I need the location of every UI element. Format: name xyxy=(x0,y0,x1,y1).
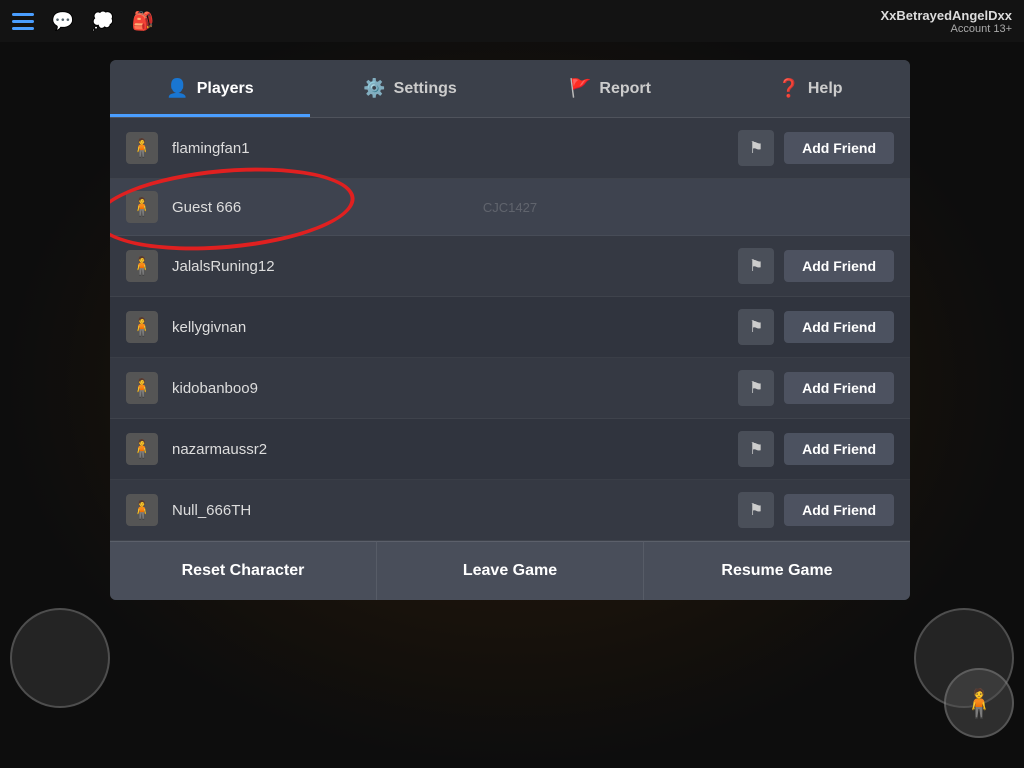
username: XxBetrayedAngelDxx xyxy=(881,8,1013,23)
leave-game-button[interactable]: Leave Game xyxy=(377,541,644,600)
controller-avatar: 🧍 xyxy=(944,668,1014,738)
players-tab-icon: 👤 xyxy=(166,78,188,99)
avatar: 🧍 xyxy=(126,494,158,526)
tab-help[interactable]: ❓ Help xyxy=(710,60,910,117)
top-bar: 💬 💭 🎒 XxBetrayedAngelDxx Account 13+ xyxy=(0,0,1024,42)
flag-button[interactable]: ⚑ xyxy=(738,309,774,345)
player-row[interactable]: 🧍 kellygivnan ⚑ Add Friend xyxy=(110,297,910,358)
controller-left-joystick[interactable] xyxy=(10,608,110,708)
bottom-bar: Reset Character Leave Game Resume Game xyxy=(110,541,910,600)
backpack-icon[interactable]: 🎒 xyxy=(130,8,156,34)
flag-button[interactable]: ⚑ xyxy=(738,248,774,284)
add-friend-button[interactable]: Add Friend xyxy=(784,250,894,282)
settings-tab-icon: ⚙️ xyxy=(363,78,385,99)
tab-settings[interactable]: ⚙️ Settings xyxy=(310,60,510,117)
add-friend-button[interactable]: Add Friend xyxy=(784,311,894,343)
player-name: Guest 666 xyxy=(172,199,894,216)
account-label: Account 13+ xyxy=(881,23,1013,35)
player-row[interactable]: 🧍 flamingfan1 ⚑ Add Friend xyxy=(110,118,910,179)
user-info: XxBetrayedAngelDxx Account 13+ xyxy=(881,8,1013,35)
flag-button[interactable]: ⚑ xyxy=(738,492,774,528)
add-friend-button[interactable]: Add Friend xyxy=(784,372,894,404)
message-icon[interactable]: 💭 xyxy=(90,8,116,34)
flag-button[interactable]: ⚑ xyxy=(738,431,774,467)
tab-players-label: Players xyxy=(197,80,254,98)
chat-icon[interactable]: 💬 xyxy=(50,8,76,34)
avatar: 🧍 xyxy=(126,191,158,223)
player-row[interactable]: 🧍 Null_666TH ⚑ Add Friend xyxy=(110,480,910,541)
add-friend-button[interactable]: Add Friend xyxy=(784,494,894,526)
add-friend-button[interactable]: Add Friend xyxy=(784,132,894,164)
avatar: 🧍 xyxy=(126,433,158,465)
resume-game-button[interactable]: Resume Game xyxy=(644,541,910,600)
player-name: flamingfan1 xyxy=(172,140,738,157)
player-row[interactable]: 🧍 JalalsRuning12 ⚑ Add Friend xyxy=(110,236,910,297)
player-row[interactable]: 🧍 nazarmaussr2 ⚑ Add Friend xyxy=(110,419,910,480)
tab-report[interactable]: 🚩 Report xyxy=(510,60,710,117)
player-name: kellygivnan xyxy=(172,319,738,336)
avatar: 🧍 xyxy=(126,250,158,282)
player-name: JalalsRuning12 xyxy=(172,258,738,275)
flag-button[interactable]: ⚑ xyxy=(738,370,774,406)
player-list: 🧍 flamingfan1 ⚑ Add Friend 🧍 Guest 666 C… xyxy=(110,118,910,541)
tab-help-label: Help xyxy=(808,80,843,98)
add-friend-button[interactable]: Add Friend xyxy=(784,433,894,465)
tab-header: 👤 Players ⚙️ Settings 🚩 Report ❓ Help xyxy=(110,60,910,118)
report-tab-icon: 🚩 xyxy=(569,78,591,99)
avatar: 🧍 xyxy=(126,311,158,343)
flag-button[interactable]: ⚑ xyxy=(738,130,774,166)
player-name: kidobanboo9 xyxy=(172,380,738,397)
tab-settings-label: Settings xyxy=(394,80,457,98)
help-tab-icon: ❓ xyxy=(777,78,799,99)
main-panel: 👤 Players ⚙️ Settings 🚩 Report ❓ Help 🧍 … xyxy=(110,60,910,600)
reset-character-button[interactable]: Reset Character xyxy=(110,541,377,600)
player-row-selected[interactable]: 🧍 Guest 666 CJC1427 xyxy=(110,179,910,236)
player-row[interactable]: 🧍 kidobanboo9 ⚑ Add Friend xyxy=(110,358,910,419)
hamburger-menu-icon[interactable] xyxy=(12,13,34,30)
tab-players[interactable]: 👤 Players xyxy=(110,60,310,117)
avatar: 🧍 xyxy=(126,132,158,164)
tab-report-label: Report xyxy=(599,80,651,98)
top-bar-icons: 💬 💭 🎒 xyxy=(50,8,156,34)
player-name: nazarmaussr2 xyxy=(172,441,738,458)
player-name: Null_666TH xyxy=(172,502,738,519)
avatar: 🧍 xyxy=(126,372,158,404)
